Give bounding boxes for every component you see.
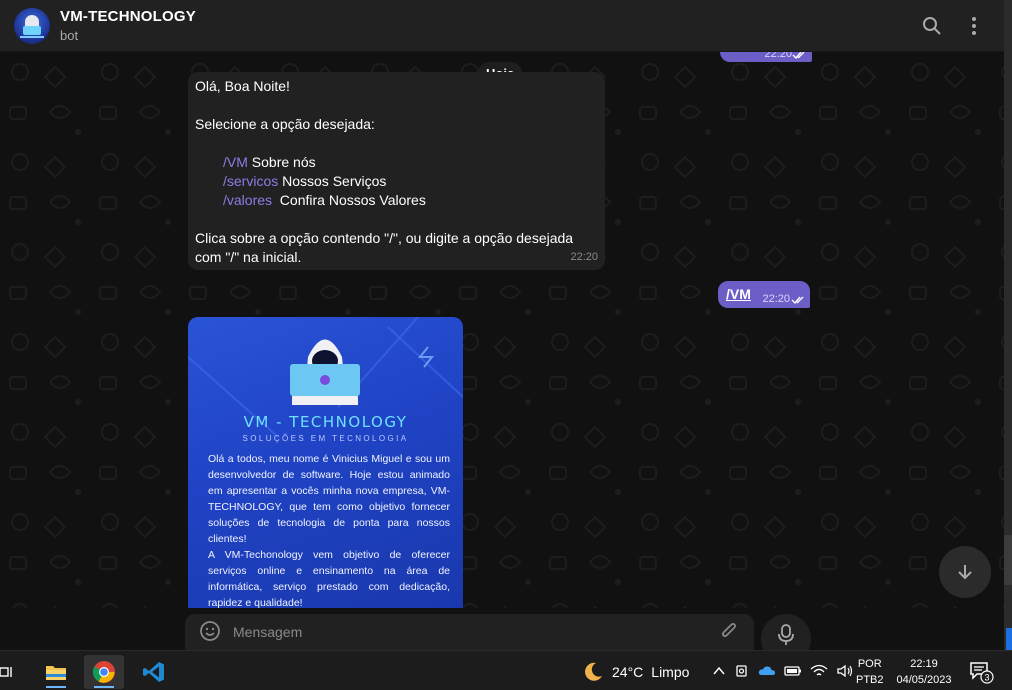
clock-date: 04/05/2023 [896,674,952,686]
more-menu-button[interactable] [962,14,986,38]
attach-button[interactable] [718,620,740,647]
command-link-vm[interactable]: /VM [223,154,248,170]
chrome-icon [93,661,115,683]
taskbar-chrome[interactable] [84,655,124,689]
header-actions [920,14,986,38]
search-icon [923,17,941,35]
search-button[interactable] [920,14,944,38]
task-view-button[interactable] [0,655,26,689]
notification-center-button[interactable]: 3 [968,660,994,689]
emoji-icon [200,621,220,641]
folder-icon [46,666,66,680]
battery-icon[interactable] [784,664,802,678]
option-text: Confira Nossos Valores [272,192,426,208]
message-composer [185,614,754,650]
meet-icon[interactable] [734,663,750,679]
option-line-servicos: /servicos Nossos Serviços [195,172,598,191]
read-ticks-icon [792,52,805,59]
weather-widget[interactable]: 24°C Limpo [582,661,689,683]
incoming-message-welcome[interactable]: Olá, Boa Noite! Selecione a opção deseja… [188,72,605,270]
instruction-text: Clica sobre a opção contendo "/", ou dig… [195,230,574,265]
read-ticks-icon [791,296,804,304]
media-paragraph: A VM-Techonology vem objetivo de oferece… [208,549,450,608]
notification-count: 3 [984,673,989,683]
taskbar-vscode[interactable] [134,655,174,689]
option-line-valores: /valores Confira Nossos Valores [195,191,598,210]
scrollbar-accent [1006,628,1012,650]
vscode-icon [143,662,164,682]
incoming-image-message[interactable]: VM - TECHNOLOGY SOLUÇÕES EM TECNOLOGIA O… [188,317,463,608]
more-vertical-icon [972,17,976,35]
emoji-button[interactable] [199,620,221,647]
task-view-icon [0,667,12,677]
moon-icon [585,662,602,681]
onedrive-icon[interactable] [758,664,776,678]
chat-header: VM-TECHNOLOGY bot [0,0,1004,52]
input-language-indicator[interactable]: POR PTB2 [856,656,884,688]
avatar-laptop-shape [23,25,41,35]
chat-subtitle: bot [60,28,79,43]
media-paragraph: Olá a todos, meu nome é Vinicius Miguel … [208,453,450,545]
media-body: Olá a todos, meu nome é Vinicius Miguel … [208,451,450,608]
avatar-text-line [20,35,44,38]
chevron-up-icon[interactable] [712,664,726,678]
window-scrollbar[interactable] [1004,0,1012,650]
system-tray [712,663,854,679]
keyboard-layout: PTB2 [856,674,884,686]
bot-avatar[interactable] [14,7,50,44]
outgoing-message-text[interactable]: /VM [726,286,751,302]
wifi-icon[interactable] [810,664,828,678]
weather-temperature: 24°C [612,664,644,680]
notification-icon: 3 [970,662,994,684]
media-brand-text: VM - TECHNOLOGY [243,413,408,431]
outgoing-message-previous[interactable]: 22:20 [720,52,812,62]
option-text: Nossos Serviços [278,173,387,189]
message-time: 22:20 [762,293,790,305]
system-clock[interactable]: 22:19 04/05/2023 [893,656,955,688]
chat-title-block[interactable]: VM-TECHNOLOGY bot [60,8,196,43]
volume-icon[interactable] [836,664,854,678]
scrollbar-thumb[interactable] [1004,535,1012,585]
command-link-servicos[interactable]: /servicos [223,173,278,189]
weather-condition: Limpo [651,664,690,680]
prompt-text: Selecione a opção desejada: [195,116,375,132]
arrow-down-icon [958,565,972,580]
message-input[interactable] [233,620,703,644]
taskbar-file-explorer[interactable] [36,655,76,689]
paperclip-icon [722,623,736,637]
greeting-text: Olá, Boa Noite! [195,78,290,94]
clock-time: 22:19 [910,658,938,670]
option-line-vm: /VM Sobre nós [195,153,598,172]
outgoing-message-vm[interactable]: /VM 22:20 [718,281,810,308]
message-time: 22:20 [764,52,792,60]
chat-area[interactable]: 22:20 Hoje Olá, Boa Noite! Selecione a o… [0,52,1004,608]
media-tagline: SOLUÇÕES EM TECNOLOGIA [242,434,409,443]
command-link-valores[interactable]: /valores [223,192,272,208]
microphone-icon [778,624,794,645]
windows-taskbar: 24°C Limpo POR PTB2 22:19 04/05/2023 3 [0,650,1012,690]
chat-title: VM-TECHNOLOGY [60,8,196,25]
option-text: Sobre nós [247,154,316,170]
message-time: 22:20 [570,251,598,263]
language-code: POR [857,658,882,670]
composer-area [0,608,1004,664]
scroll-to-bottom-button[interactable] [939,546,991,598]
